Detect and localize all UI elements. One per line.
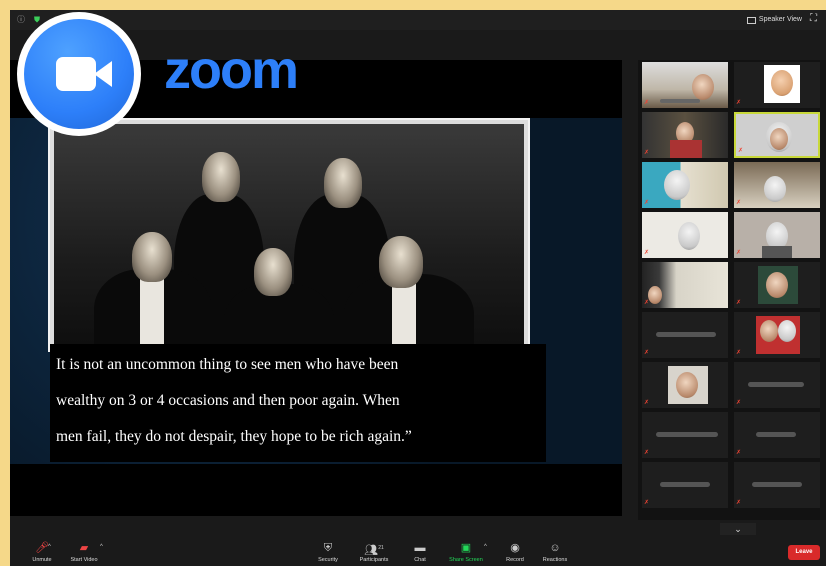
muted-mic-icon: ✗ xyxy=(644,500,650,506)
figure-face xyxy=(132,232,172,282)
participant-count: 21 xyxy=(378,545,384,551)
share-screen-icon: ▣ xyxy=(460,542,472,554)
muted-mic-icon: ✗ xyxy=(644,350,650,356)
unmute-label: Unmute xyxy=(32,557,52,563)
participant-tile[interactable]: ✗ xyxy=(734,312,820,358)
share-screen-label: Share Screen xyxy=(449,557,483,563)
slide-bottom-band xyxy=(10,464,622,516)
muted-mic-icon: ✗ xyxy=(644,200,650,206)
figure-face xyxy=(202,152,240,202)
muted-mic-icon: 🎤︎ xyxy=(35,542,49,554)
muted-mic-icon: ✗ xyxy=(736,100,742,106)
quote-line-3: men fail, they do not despair, they hope… xyxy=(56,428,412,445)
record-icon: ◉ xyxy=(510,542,520,554)
muted-mic-icon: ✗ xyxy=(736,400,742,406)
start-video-label: Start Video xyxy=(70,557,98,563)
start-video-button[interactable]: ▰ Start Video xyxy=(64,540,104,566)
participant-tile[interactable]: ✗ xyxy=(734,262,820,308)
encryption-shield-icon[interactable]: ⛊ xyxy=(32,15,42,25)
meeting-toolbar: 🎤︎ Unmute ^ ▰ Start Video ^ ⛨ Security 👥… xyxy=(10,540,826,566)
title-bar: ⓘ ⛊ Speaker View ⛶ xyxy=(10,10,826,30)
participant-tile[interactable]: ✗ xyxy=(642,162,728,208)
muted-mic-icon: ✗ xyxy=(644,150,650,156)
security-label: Security xyxy=(318,557,338,563)
quote-line-2: wealthy on 3 or 4 occasions and then poo… xyxy=(56,392,400,409)
chat-label: Chat xyxy=(414,557,426,563)
muted-mic-icon: ✗ xyxy=(738,148,744,154)
record-label: Record xyxy=(506,557,524,563)
grid-icon xyxy=(746,16,756,24)
video-options-caret-icon[interactable]: ^ xyxy=(100,544,103,550)
reactions-icon: ☺ xyxy=(549,542,561,554)
speaker-view-label: Speaker View xyxy=(758,16,802,23)
participants-icon: 👥︎21 xyxy=(364,544,384,557)
muted-mic-icon: ✗ xyxy=(736,300,742,306)
zoom-wordmark: zoom xyxy=(164,40,299,100)
figure-shirt xyxy=(392,282,416,350)
participant-tile[interactable]: ✗ xyxy=(734,412,820,458)
participant-tile[interactable]: ✗ xyxy=(734,362,820,408)
participant-gallery: ✗ ✗ ✗ ✗ ✗ ✗ ✗ ✗ ✗ ✗ ✗ ✗ ✗ ✗ ✗ ✗ ✗ ✗ xyxy=(638,60,826,520)
chat-button[interactable]: ▬ Chat xyxy=(406,540,434,566)
muted-mic-icon: ✗ xyxy=(736,350,742,356)
quote-box: It is not an uncommon thing to see men w… xyxy=(50,344,546,462)
participant-tile[interactable]: ✗ xyxy=(642,462,728,508)
reactions-label: Reactions xyxy=(542,557,568,563)
audio-options-caret-icon[interactable]: ^ xyxy=(48,544,51,550)
unmute-button[interactable]: 🎤︎ Unmute xyxy=(24,540,60,566)
participant-tile[interactable]: ✗ xyxy=(734,62,820,108)
participant-tile[interactable]: ✗ xyxy=(642,312,728,358)
participant-tile[interactable]: ✗ xyxy=(734,162,820,208)
participant-tile-active-speaker[interactable]: ✗ xyxy=(734,112,820,158)
figure-shirt xyxy=(140,274,164,350)
muted-mic-icon: ✗ xyxy=(736,500,742,506)
share-options-caret-icon[interactable]: ^ xyxy=(484,544,487,550)
reactions-button[interactable]: ☺ Reactions xyxy=(538,540,572,566)
figure-face xyxy=(379,236,423,288)
figure-face xyxy=(324,158,362,208)
participant-tile[interactable]: ✗ xyxy=(642,62,728,108)
record-button[interactable]: ◉ Record xyxy=(500,540,530,566)
speaker-view-button[interactable]: Speaker View xyxy=(746,14,802,26)
security-button[interactable]: ⛨ Security xyxy=(312,540,344,566)
participant-tile[interactable]: ✗ xyxy=(734,212,820,258)
shield-icon: ⛨ xyxy=(323,542,333,554)
gallery-scroll-down-button[interactable]: ⌄ xyxy=(720,523,756,535)
participant-tile[interactable]: ✗ xyxy=(734,462,820,508)
participant-tile[interactable]: ✗ xyxy=(642,112,728,158)
muted-mic-icon: ✗ xyxy=(644,450,650,456)
muted-mic-icon: ✗ xyxy=(644,400,650,406)
participant-tile[interactable]: ✗ xyxy=(642,412,728,458)
muted-mic-icon: ✗ xyxy=(644,300,650,306)
participants-button[interactable]: 👥︎21 Participants xyxy=(354,540,394,566)
share-screen-button[interactable]: ▣ Share Screen xyxy=(444,540,488,566)
video-off-icon: ▰ xyxy=(79,542,89,554)
historical-photo xyxy=(48,118,530,352)
figure-face xyxy=(254,248,292,296)
muted-mic-icon: ✗ xyxy=(736,250,742,256)
chat-icon: ▬ xyxy=(414,542,426,554)
zoom-logo-icon xyxy=(17,12,141,136)
participant-tile[interactable]: ✗ xyxy=(642,362,728,408)
info-icon[interactable]: ⓘ xyxy=(16,15,26,25)
participant-tile[interactable]: ✗ xyxy=(642,262,728,308)
fullscreen-icon[interactable]: ⛶ xyxy=(810,14,820,24)
quote-line-1: It is not an uncommon thing to see men w… xyxy=(56,356,399,373)
participant-tile[interactable]: ✗ xyxy=(642,212,728,258)
muted-mic-icon: ✗ xyxy=(736,450,742,456)
participants-label: Participants xyxy=(359,557,389,563)
muted-mic-icon: ✗ xyxy=(736,200,742,206)
muted-mic-icon: ✗ xyxy=(644,100,650,106)
leave-button[interactable]: Leave xyxy=(788,545,820,560)
muted-mic-icon: ✗ xyxy=(644,250,650,256)
